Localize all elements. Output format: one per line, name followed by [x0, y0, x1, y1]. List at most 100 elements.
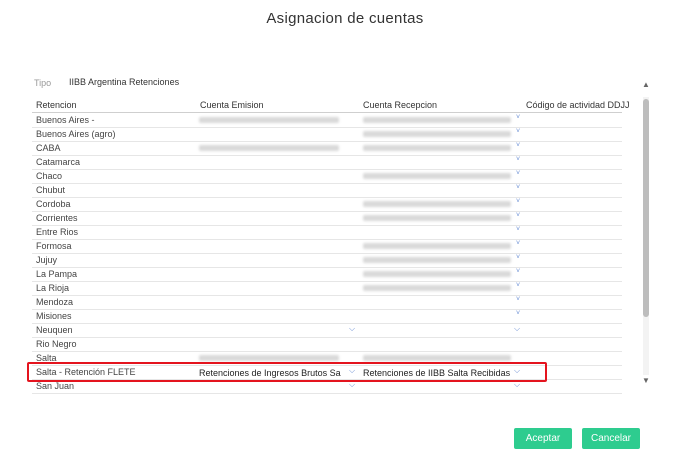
- table-row[interactable]: Entre Rios ˅: [32, 225, 622, 240]
- cuenta-emision-select[interactable]: [197, 212, 343, 223]
- cuenta-recepcion-select[interactable]: [361, 310, 515, 321]
- cuenta-emision-select[interactable]: [197, 198, 343, 209]
- col-header-codigo: Código de actividad DDJJ: [526, 100, 630, 110]
- redacted-value: [363, 201, 511, 207]
- redacted-value: [199, 145, 339, 151]
- col-header-cuenta-recepcion: Cuenta Recepcion: [363, 100, 438, 110]
- col-header-retencion: Retencion: [36, 100, 77, 110]
- cuenta-recepcion-select[interactable]: [361, 142, 515, 153]
- cuenta-emision-select[interactable]: [197, 338, 343, 349]
- cuenta-recepcion-select[interactable]: [361, 114, 515, 125]
- cuenta-emision-select[interactable]: [197, 296, 343, 307]
- chevron-down-icon[interactable]: ⌵: [514, 324, 520, 334]
- chevron-down-icon[interactable]: ˅: [516, 240, 520, 247]
- scroll-up-icon[interactable]: ▲: [642, 80, 650, 89]
- redacted-value: [199, 117, 339, 123]
- table-row[interactable]: Jujuy ˅: [32, 253, 622, 268]
- retencion-cell: Catamarca: [36, 157, 81, 167]
- cuenta-emision-select[interactable]: [197, 156, 343, 167]
- cuenta-emision-select[interactable]: [197, 282, 343, 293]
- cuenta-recepcion-select[interactable]: [361, 268, 515, 279]
- cuenta-recepcion-select[interactable]: [361, 226, 515, 237]
- cuenta-emision-select[interactable]: [197, 254, 343, 265]
- retencion-cell: Buenos Aires -: [36, 115, 95, 125]
- cuenta-emision-select[interactable]: [197, 114, 343, 125]
- cuenta-emision-select[interactable]: [197, 226, 343, 237]
- redacted-value: [363, 285, 511, 291]
- chevron-down-icon[interactable]: ˅: [516, 212, 520, 219]
- chevron-down-icon[interactable]: ˅: [516, 296, 520, 303]
- cuenta-recepcion-select[interactable]: [361, 156, 515, 167]
- cuenta-recepcion-select[interactable]: [361, 184, 515, 195]
- retencion-cell: Jujuy: [36, 255, 58, 265]
- cuenta-recepcion-select[interactable]: [361, 296, 515, 307]
- chevron-down-icon[interactable]: ˅: [516, 184, 520, 191]
- redacted-value: [363, 131, 511, 137]
- retencion-cell: Misiones: [36, 311, 72, 321]
- retencion-cell: Chaco: [36, 171, 63, 181]
- cuenta-recepcion-select[interactable]: [361, 338, 515, 349]
- chevron-down-icon[interactable]: ˅: [516, 128, 520, 135]
- cuenta-emision-select[interactable]: [197, 184, 343, 195]
- chevron-down-icon[interactable]: ˅: [516, 268, 520, 275]
- cuenta-recepcion-select[interactable]: [361, 212, 515, 223]
- chevron-down-icon[interactable]: ˅: [516, 226, 520, 233]
- cuenta-recepcion-select[interactable]: [361, 198, 515, 209]
- table-row[interactable]: La Rioja ˅: [32, 281, 622, 296]
- table-row[interactable]: Neuquen ⌵ ⌵: [32, 323, 622, 338]
- dialog-title: Asignacion de cuentas: [266, 10, 424, 27]
- table-row[interactable]: Buenos Aires (agro) ˅: [32, 127, 622, 142]
- table-row[interactable]: CABA ˅: [32, 141, 622, 156]
- cuenta-emision-select[interactable]: [197, 310, 343, 321]
- chevron-down-icon[interactable]: ˅: [516, 254, 520, 261]
- chevron-down-icon[interactable]: ˅: [516, 114, 520, 121]
- table-row[interactable]: Corrientes ˅: [32, 211, 622, 226]
- table-row[interactable]: Misiones ˅: [32, 309, 622, 324]
- cuenta-recepcion-select[interactable]: [361, 240, 515, 251]
- scroll-down-icon[interactable]: ▼: [642, 376, 650, 385]
- chevron-down-icon[interactable]: ˅: [516, 170, 520, 177]
- cuenta-recepcion-select[interactable]: [361, 282, 515, 293]
- redacted-value: [363, 117, 511, 123]
- retencion-cell: Buenos Aires (agro): [36, 129, 116, 139]
- table-row[interactable]: Mendoza ˅: [32, 295, 622, 310]
- chevron-down-icon[interactable]: ˅: [516, 282, 520, 289]
- cancel-button[interactable]: Cancelar: [582, 428, 640, 449]
- table-row[interactable]: Catamarca ˅: [32, 155, 622, 170]
- chevron-down-icon[interactable]: ˅: [516, 142, 520, 149]
- retencion-cell: Chubut: [36, 185, 66, 195]
- retencion-cell: Neuquen: [36, 325, 73, 335]
- tipo-label: Tipo: [34, 78, 52, 88]
- cuenta-emision-select[interactable]: [197, 170, 343, 181]
- table-row[interactable]: Buenos Aires - ˅: [32, 113, 622, 128]
- retencion-cell: La Pampa: [36, 269, 78, 279]
- col-header-cuenta-emision: Cuenta Emision: [200, 100, 264, 110]
- table-row[interactable]: Chaco ˅: [32, 169, 622, 184]
- cuenta-recepcion-select[interactable]: [361, 170, 515, 181]
- chevron-down-icon[interactable]: ⌵: [349, 324, 355, 334]
- redacted-value: [199, 355, 339, 361]
- retencion-cell: Formosa: [36, 241, 72, 251]
- cuenta-emision-select[interactable]: [197, 268, 343, 279]
- cuenta-emision-select[interactable]: [197, 128, 343, 139]
- table-row[interactable]: La Pampa ˅: [32, 267, 622, 282]
- table-row[interactable]: Formosa ˅: [32, 239, 622, 254]
- redacted-value: [363, 271, 511, 277]
- cuenta-emision-select[interactable]: [197, 142, 343, 153]
- redacted-value: [363, 215, 511, 221]
- table-row[interactable]: Cordoba ˅: [32, 197, 622, 212]
- chevron-down-icon[interactable]: ˅: [516, 198, 520, 205]
- cuenta-emision-select[interactable]: [197, 324, 343, 335]
- cuenta-emision-select[interactable]: [197, 240, 343, 251]
- table-row[interactable]: Chubut ˅: [32, 183, 622, 198]
- scrollbar-thumb[interactable]: [643, 99, 649, 317]
- retencion-cell: San Juan: [36, 381, 75, 391]
- chevron-down-icon[interactable]: ˅: [516, 310, 520, 317]
- cuenta-recepcion-select[interactable]: [361, 324, 515, 335]
- table-row[interactable]: Rio Negro: [32, 337, 622, 352]
- chevron-down-icon[interactable]: ˅: [516, 156, 520, 163]
- cuenta-recepcion-select[interactable]: [361, 128, 515, 139]
- cuenta-recepcion-select[interactable]: [361, 254, 515, 265]
- accept-button[interactable]: Aceptar: [514, 428, 572, 449]
- redacted-value: [363, 355, 511, 361]
